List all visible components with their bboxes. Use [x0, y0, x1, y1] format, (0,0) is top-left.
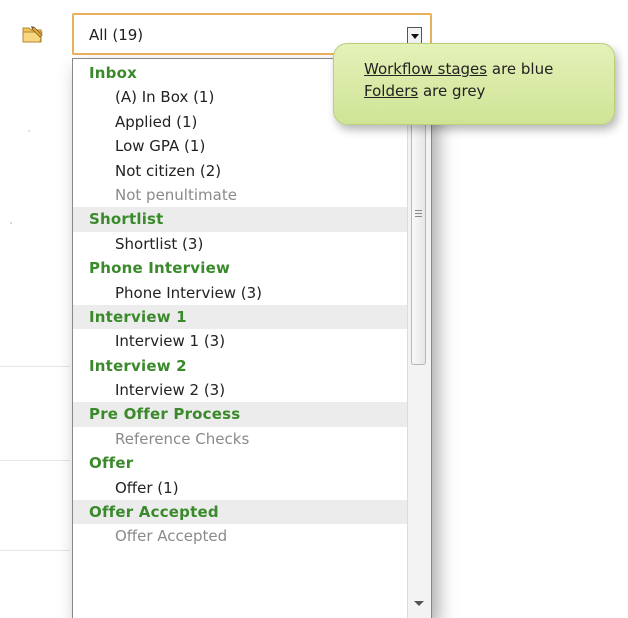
chevron-down-icon[interactable] [407, 27, 422, 44]
folder-option[interactable]: Offer Accepted [73, 524, 407, 548]
stage-header[interactable]: Interview 1 [73, 304, 407, 330]
stage-header[interactable]: Offer Accepted [73, 500, 407, 525]
callout-line-stages: Workflow stages are blue [364, 58, 553, 80]
dropdown-list[interactable]: Inbox (A) In Box (1) Applied (1) Low GPA (1… [72, 58, 432, 618]
legend-callout: Workflow stages are blue Folders are gre… [333, 43, 615, 125]
grip-icon [415, 210, 422, 218]
background-mark [28, 130, 30, 132]
callout-line2-rest: are grey [418, 82, 486, 100]
stage-option[interactable]: Low GPA (1) [73, 134, 407, 158]
workflow-stages-link[interactable]: Workflow stages [364, 60, 487, 78]
stage-header[interactable]: Interview 2 [73, 354, 407, 378]
folders-link[interactable]: Folders [364, 82, 418, 100]
scrollbar[interactable] [407, 59, 431, 618]
stage-option[interactable]: Not citizen (2) [73, 159, 407, 183]
stage-option[interactable]: Offer (1) [73, 476, 407, 500]
callout-text: Workflow stages are blue Folders are gre… [364, 58, 553, 102]
background-mark [10, 222, 12, 224]
stage-header[interactable]: Phone Interview [73, 256, 407, 280]
dropdown-options: Inbox (A) In Box (1) Applied (1) Low GPA (1… [73, 61, 407, 549]
callout-line1-rest: are blue [487, 60, 554, 78]
folder-option[interactable]: Reference Checks [73, 427, 407, 451]
callout-line-folders: Folders are grey [364, 80, 553, 102]
background-divider [0, 550, 70, 551]
stage-option[interactable]: Phone Interview (3) [73, 281, 407, 305]
stage-header[interactable]: Pre Offer Process [73, 402, 407, 427]
folder-option[interactable]: Not penultimate [73, 183, 407, 207]
stage-option[interactable]: Interview 1 (3) [73, 329, 407, 353]
background-divider [0, 460, 70, 461]
stage-header[interactable]: Offer [73, 451, 407, 475]
stage-option[interactable]: Shortlist (3) [73, 232, 407, 256]
stage-option[interactable]: Interview 2 (3) [73, 378, 407, 402]
scroll-down-arrow-icon[interactable] [414, 601, 424, 606]
stage-header[interactable]: Shortlist [73, 207, 407, 232]
folder-pencil-icon[interactable] [22, 24, 44, 44]
dropdown-selected-value: All (19) [89, 26, 144, 44]
background-divider [0, 366, 70, 367]
